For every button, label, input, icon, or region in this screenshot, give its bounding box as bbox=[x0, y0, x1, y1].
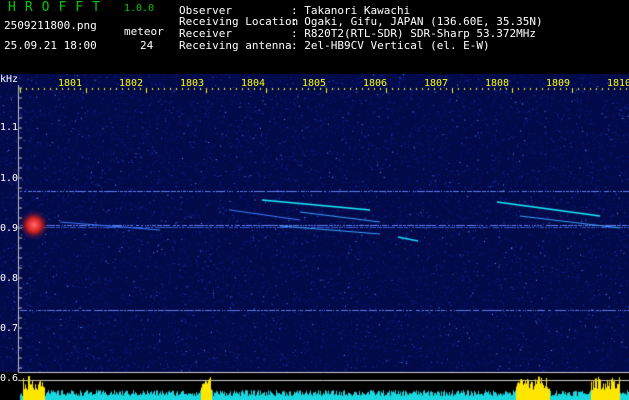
file-name: 2509211800.png bbox=[4, 19, 97, 32]
header-panel: HROFFT 1.0.0 2509211800.png meteor 25.09… bbox=[0, 0, 629, 74]
app-title: HROFFT bbox=[8, 0, 109, 15]
x-tick-label: 1808 bbox=[485, 78, 510, 89]
x-tick-label: 1810 bbox=[607, 78, 629, 89]
x-tick-label: 1807 bbox=[424, 78, 449, 89]
y-tick-label: 1.1 bbox=[0, 122, 19, 133]
y-tick-label: 0.7 bbox=[0, 323, 19, 334]
x-tick-label: 1809 bbox=[546, 78, 571, 89]
meteor-label: meteor bbox=[124, 25, 164, 38]
date-time: 25.09.21 18:00 bbox=[4, 39, 97, 52]
y-tick-label: 0.8 bbox=[0, 273, 19, 284]
antenna-value: : 2el-HB9CV Vertical (el. E-W) bbox=[291, 39, 490, 52]
meteor-count: 24 bbox=[140, 39, 154, 52]
y-axis-unit: kHz bbox=[0, 74, 19, 85]
y-tick-label: 0.9 bbox=[0, 223, 19, 234]
x-tick-label: 1805 bbox=[302, 78, 327, 89]
y-tick-label: 0.6 bbox=[0, 373, 19, 384]
antenna-label: Receiving antenna bbox=[179, 39, 292, 52]
x-tick-label: 1803 bbox=[180, 78, 205, 89]
waterfall-spectrogram[interactable] bbox=[0, 74, 629, 400]
app-version: 1.0.0 bbox=[124, 3, 155, 14]
x-tick-label: 1804 bbox=[241, 78, 266, 89]
x-tick-label: 1806 bbox=[363, 78, 388, 89]
x-tick-label: 1802 bbox=[119, 78, 144, 89]
y-tick-label: 1.0 bbox=[0, 173, 19, 184]
x-tick-label: 1801 bbox=[58, 78, 83, 89]
